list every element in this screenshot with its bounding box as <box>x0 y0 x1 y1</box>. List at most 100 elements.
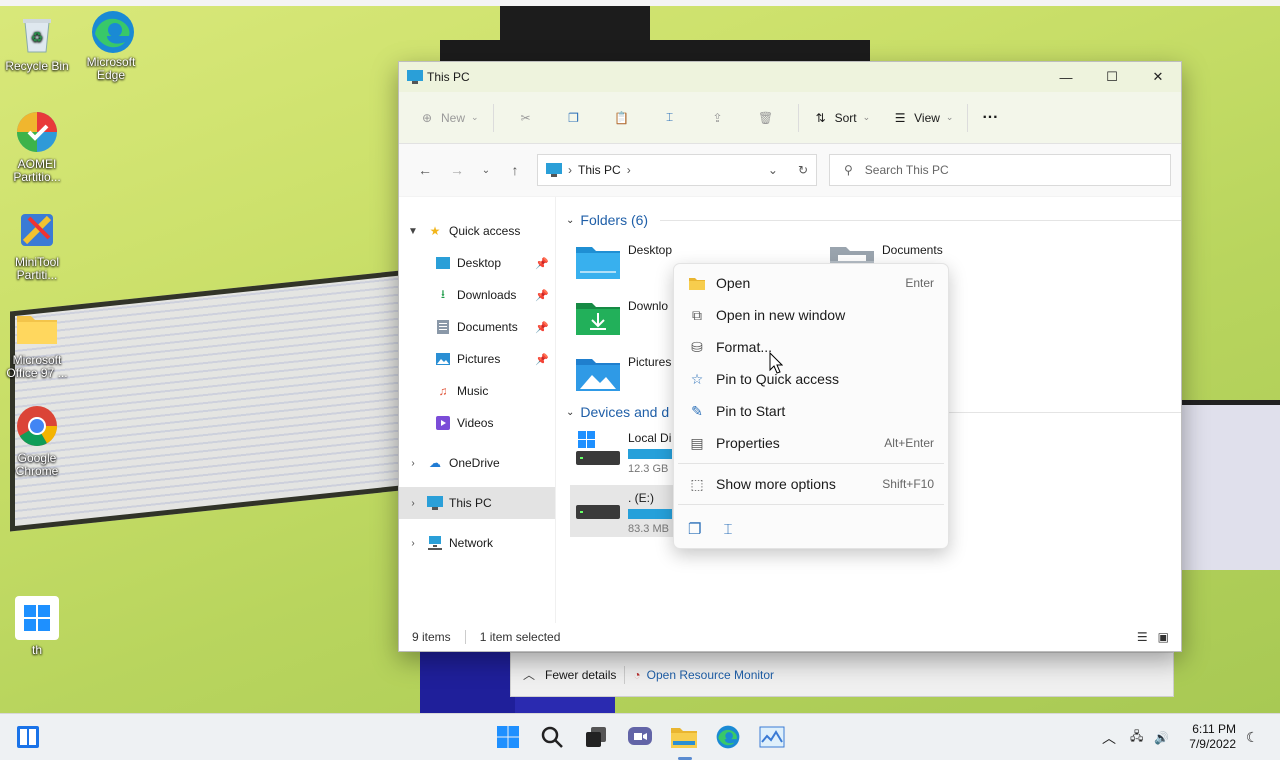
chevron-up-icon[interactable]: ︿ <box>523 666 535 683</box>
task-view-icon <box>586 727 606 747</box>
menu-item-label: Properties <box>716 435 780 451</box>
sidebar-item-quick-access[interactable]: ▼ ★ Quick access <box>399 215 555 247</box>
wallpaper-shape <box>1170 400 1280 570</box>
pictures-folder-icon <box>576 359 620 391</box>
new-button[interactable]: ⊕ New ⌄ <box>413 102 485 134</box>
menu-item-show-more-options[interactable]: ⬚ Show more options Shift+F10 <box>674 468 948 500</box>
pin-icon[interactable]: 📌 <box>535 353 549 366</box>
desktop-icon-office-folder[interactable]: Microsoft Office 97 ... <box>0 306 74 380</box>
breadcrumb[interactable]: This PC <box>578 163 621 177</box>
desktop-icon-label: AOMEI Partitio... <box>13 157 61 184</box>
pin-icon[interactable]: 📌 <box>535 321 549 334</box>
volume-button[interactable]: 🔊 <box>1154 714 1169 760</box>
sidebar-item-videos[interactable]: Videos <box>399 407 555 439</box>
paste-button[interactable]: 📋 <box>598 102 646 134</box>
drive-item-local-disk[interactable]: Local Di 12.3 GB <box>576 431 672 475</box>
desktop-icon-th[interactable]: th <box>0 596 74 657</box>
chevron-down-icon: ⌄ <box>481 164 491 176</box>
back-button[interactable]: ← <box>409 154 441 186</box>
sidebar-item-network[interactable]: › Network <box>399 527 555 559</box>
sidebar-item-label: Network <box>449 536 494 550</box>
edge-taskbar-button[interactable] <box>714 723 742 751</box>
focus-assist-button[interactable]: ☾ <box>1246 714 1259 760</box>
open-resource-monitor-link[interactable]: Open Resource Monitor <box>647 668 774 682</box>
rename-icon[interactable]: ⌶ <box>723 521 732 538</box>
copy-icon[interactable]: ❐ <box>688 520 701 538</box>
search-input[interactable]: ⚲ Search This PC <box>829 154 1171 186</box>
chevron-right-icon[interactable]: › <box>399 458 427 469</box>
title-bar[interactable]: This PC — ☐ ✕ <box>399 62 1181 92</box>
start-button[interactable] <box>494 723 522 751</box>
folders-section-header[interactable]: ⌄ Folders (6) <box>566 205 1181 235</box>
menu-item-pin-quick-access[interactable]: ☆ Pin to Quick access <box>674 363 948 395</box>
chevron-right-icon[interactable]: › <box>399 538 427 549</box>
show-hidden-icons-button[interactable]: ︿ <box>1102 714 1116 760</box>
menu-item-properties[interactable]: ▤ Properties Alt+Enter <box>674 427 948 459</box>
sidebar-item-documents[interactable]: Documents 📌 <box>399 311 555 343</box>
chevron-right-icon[interactable]: › <box>399 498 427 509</box>
delete-button[interactable]: 🗑 <box>742 102 790 134</box>
task-manager-taskbar-button[interactable] <box>758 723 786 751</box>
windows-drive-icon <box>576 431 620 465</box>
widgets-button[interactable] <box>14 723 42 751</box>
maximize-button[interactable]: ☐ <box>1089 62 1135 92</box>
address-bar[interactable]: › This PC › ⌄ ↻ <box>537 154 817 186</box>
view-label: View <box>914 110 940 125</box>
address-history-icon[interactable]: ⌄ <box>768 163 778 177</box>
file-explorer-taskbar-button[interactable] <box>670 723 698 751</box>
desktop-icon-chrome[interactable]: Google Chrome <box>0 404 74 478</box>
sort-button[interactable]: ⇅ Sort ⌄ <box>807 102 877 134</box>
menu-item-open-new-window[interactable]: ⧉ Open in new window <box>674 299 948 331</box>
cut-button[interactable]: ✂ <box>502 102 550 134</box>
details-view-icon[interactable]: ☰ <box>1137 630 1148 644</box>
folder-label: Documents <box>882 243 943 257</box>
pin-icon[interactable]: 📌 <box>535 289 549 302</box>
sidebar-item-pictures[interactable]: Pictures 📌 <box>399 343 555 375</box>
desktop-icon-recycle-bin[interactable]: ♻ Recycle Bin <box>0 12 74 73</box>
tiles-view-icon[interactable]: ▣ <box>1158 630 1169 644</box>
sidebar-item-this-pc[interactable]: › This PC <box>399 487 555 519</box>
task-view-button[interactable] <box>582 723 610 751</box>
recent-locations-button[interactable]: ⌄ <box>473 154 499 186</box>
pin-icon[interactable]: 📌 <box>535 257 549 270</box>
up-button[interactable]: ↑ <box>499 154 531 186</box>
rename-button[interactable]: ⌶ <box>646 102 694 134</box>
menu-item-format[interactable]: ⛁ Format... <box>674 331 948 363</box>
menu-item-open[interactable]: Open Enter <box>674 267 948 299</box>
sidebar-item-downloads[interactable]: ⭳ Downloads 📌 <box>399 279 555 311</box>
sidebar-item-onedrive[interactable]: › ☁ OneDrive <box>399 447 555 479</box>
drive-item-e[interactable]: . (E:) 83.3 MB <box>570 485 680 537</box>
search-button[interactable] <box>538 723 566 751</box>
fewer-details-link[interactable]: Fewer details <box>545 668 616 682</box>
see-more-button[interactable]: ··· <box>976 102 1004 134</box>
forward-button[interactable]: → <box>441 154 473 186</box>
network-tray-button[interactable]: 🖧 <box>1130 714 1143 760</box>
resource-monitor-icon: ◔ <box>633 667 641 682</box>
folder-item-desktop[interactable]: Desktop <box>576 243 672 279</box>
chevron-down-icon[interactable]: ▼ <box>399 226 427 237</box>
toolbar-divider <box>967 103 969 132</box>
clock[interactable]: 6:11 PM 7/9/2022 <box>1189 722 1236 752</box>
sidebar-item-music[interactable]: ♫ Music <box>399 375 555 407</box>
copy-button[interactable]: ❐ <box>550 102 598 134</box>
chevron-down-icon: ⌄ <box>566 406 575 418</box>
desktop-icon-aomei[interactable]: AOMEI Partitio... <box>0 110 74 184</box>
desktop-icon-minitool[interactable]: MiniTool Partiti... <box>0 208 74 282</box>
view-button[interactable]: ☰ View ⌄ <box>886 102 959 134</box>
chrome-icon <box>15 404 59 448</box>
chat-button[interactable] <box>626 723 654 751</box>
desktop-icon-label: Recycle Bin <box>5 59 69 73</box>
share-button[interactable]: ⇪ <box>694 102 742 134</box>
close-button[interactable]: ✕ <box>1135 62 1181 92</box>
refresh-icon[interactable]: ↻ <box>798 163 808 177</box>
item-count: 9 items <box>412 630 451 644</box>
sidebar-item-label: Pictures <box>457 352 501 366</box>
minimize-button[interactable]: — <box>1043 62 1089 92</box>
menu-item-pin-start[interactable]: ✎ Pin to Start <box>674 395 948 427</box>
folder-item-pictures[interactable]: Pictures <box>576 355 671 391</box>
folder-item-downloads[interactable]: Downlo <box>576 299 668 335</box>
sidebar-item-desktop[interactable]: Desktop 📌 <box>399 247 555 279</box>
chevron-right-icon[interactable]: › <box>627 163 631 177</box>
desktop-icon-edge[interactable]: Microsoft Edge <box>74 8 148 82</box>
